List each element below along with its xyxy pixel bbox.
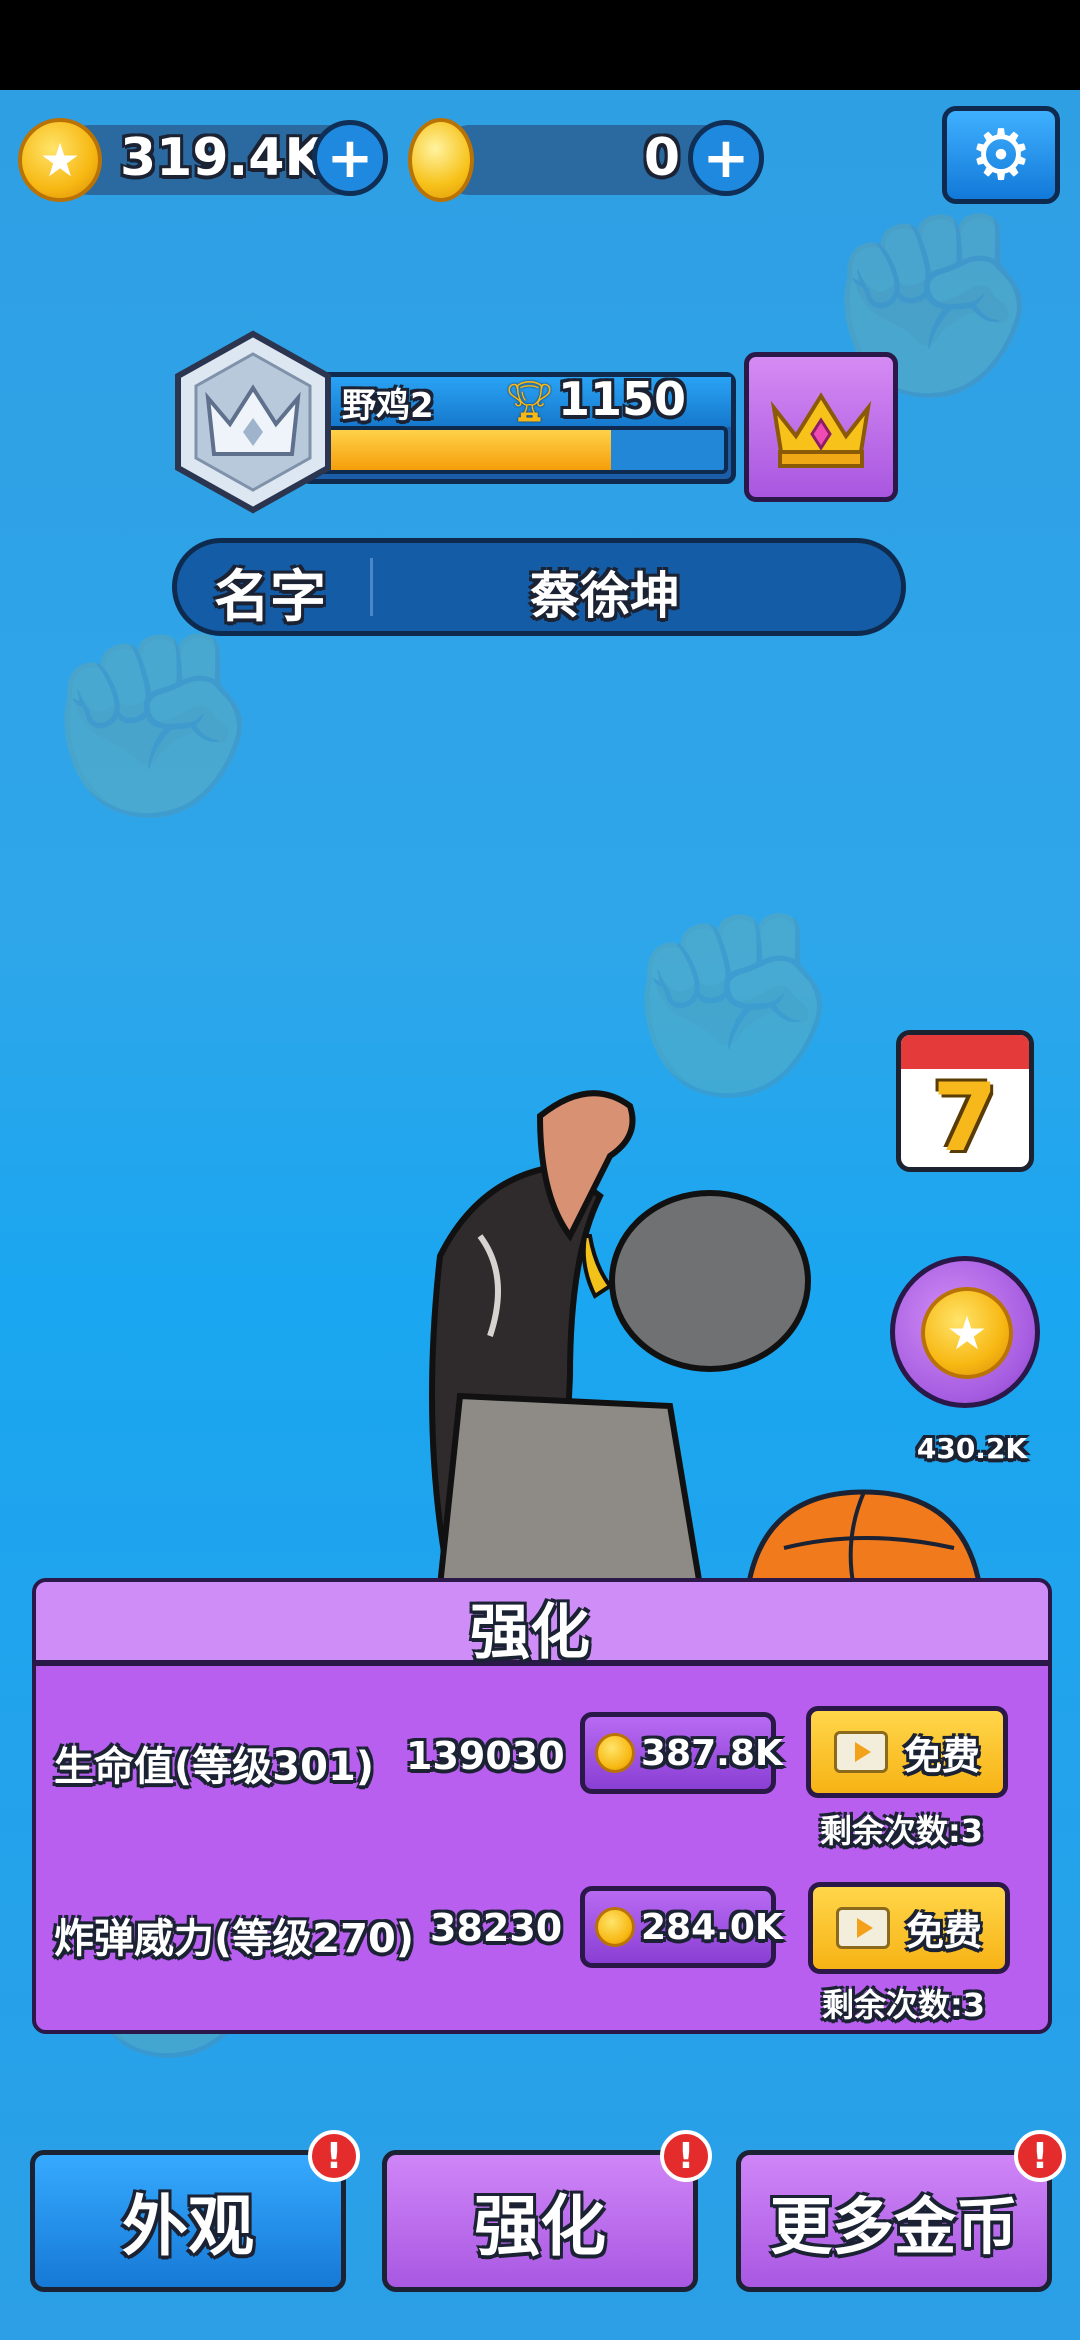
upgrade-cost: 284.0K: [641, 1906, 783, 1948]
gold-amount: 319.4K: [120, 128, 325, 188]
rank-progress-fill: [322, 430, 612, 470]
upgrade-bomb-free-ad-button[interactable]: 免费: [808, 1882, 1010, 1974]
gem-amount: 0: [643, 128, 680, 188]
notification-badge: !: [1014, 2130, 1066, 2182]
upgrade-row-label: 生命值(等级301): [54, 1744, 375, 1790]
nav-upgrade-label: 强化: [474, 2188, 606, 2265]
coin-reward-amount: 430.2K: [916, 1432, 1028, 1465]
upgrade-row-value: 139030: [406, 1734, 565, 1778]
upgrade-cost: 387.8K: [641, 1732, 783, 1774]
crown-shop-button[interactable]: [744, 352, 898, 502]
background-pattern: ✊: [40, 621, 265, 830]
remaining-count: 剩余次数:3: [822, 1986, 986, 2024]
nav-upgrade-button[interactable]: 强化: [382, 2150, 698, 2292]
upgrade-hp-cost-button[interactable]: 387.8K: [580, 1712, 783, 1794]
coin-icon: [595, 1733, 635, 1773]
remaining-count: 剩余次数:3: [820, 1812, 984, 1850]
nav-more-coins-label: 更多金币: [769, 2190, 1018, 2263]
free-label: 免费: [903, 1733, 980, 1778]
notification-badge: !: [308, 2130, 360, 2182]
free-label: 免费: [905, 1909, 982, 1954]
upgrade-row-label: 炸弹威力(等级270): [54, 1916, 415, 1962]
gear-icon: ⚙: [969, 114, 1033, 196]
upgrade-hp-free-ad-button[interactable]: 免费: [806, 1706, 1008, 1798]
video-ad-icon: [833, 1731, 888, 1773]
upgrade-panel-title: 强化: [470, 1598, 590, 1668]
name-divider: [370, 558, 373, 616]
rank-badge-icon: [175, 330, 331, 514]
gem-egg-icon: [408, 118, 474, 202]
basketball-icon: [745, 1489, 983, 1588]
gold-coin-icon: ★: [18, 118, 102, 202]
add-gem-button[interactable]: +: [688, 120, 764, 196]
nav-appearance-label: 外观: [122, 2188, 254, 2265]
video-ad-icon: [835, 1907, 890, 1949]
notification-badge: !: [660, 2130, 712, 2182]
coin-icon: [595, 1907, 635, 1947]
rank-tier-name: 野鸡2: [342, 386, 434, 426]
nav-appearance-button[interactable]: 外观: [30, 2150, 346, 2292]
add-gold-button[interactable]: +: [312, 120, 388, 196]
upgrade-bomb-cost-button[interactable]: 284.0K: [580, 1886, 783, 1968]
name-label: 名字: [214, 565, 326, 630]
upgrade-row-value: 38230: [430, 1906, 563, 1950]
status-bar: [0, 0, 1080, 90]
player-name: 蔡徐坤: [530, 567, 680, 625]
nav-more-coins-button[interactable]: 更多金币: [736, 2150, 1052, 2292]
coin-icon: ★: [921, 1287, 1013, 1379]
settings-button[interactable]: ⚙: [942, 106, 1060, 204]
daily-checkin-calendar-button[interactable]: 7: [896, 1030, 1034, 1172]
coin-reward-button[interactable]: ★: [890, 1256, 1040, 1408]
crown-icon: [770, 392, 872, 468]
trophy-icon: 🏆︎: [504, 379, 555, 425]
trophy-count: 1150: [558, 372, 687, 426]
rank-progress-bar: [318, 426, 728, 474]
calendar-day: 7: [932, 1064, 998, 1172]
